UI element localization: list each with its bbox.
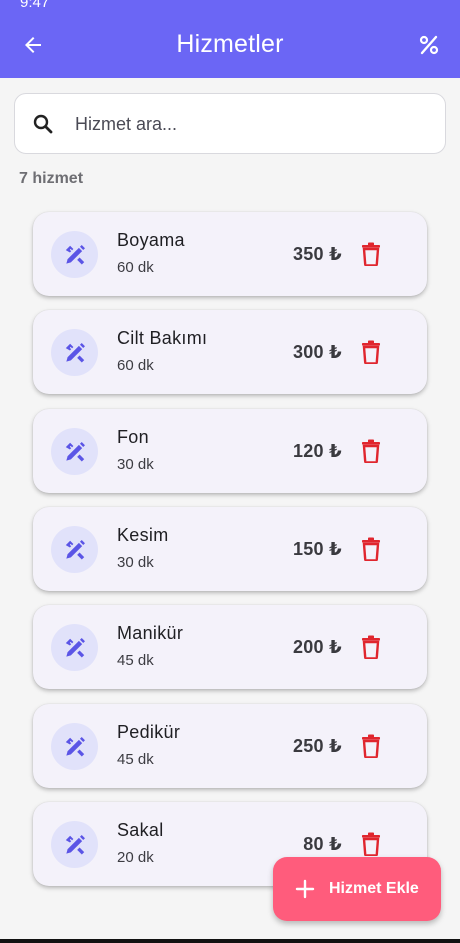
percent-button[interactable] <box>414 30 444 60</box>
page-title: Hizmetler <box>176 30 284 58</box>
service-avatar <box>51 821 98 868</box>
delete-button[interactable] <box>359 338 383 366</box>
design-services-icon <box>65 736 85 757</box>
service-duration: 45 dk <box>117 652 154 669</box>
service-duration: 60 dk <box>117 259 154 276</box>
service-price: 150 ₺ <box>292 539 342 559</box>
delete-button[interactable] <box>359 830 383 858</box>
service-price: 350 ₺ <box>292 244 342 264</box>
add-service-label: Hizmet Ekle <box>329 880 419 897</box>
status-time: 9:47 <box>20 0 50 11</box>
search-icon <box>33 114 53 134</box>
service-name: Fon <box>117 427 149 447</box>
service-name: Sakal <box>117 820 164 840</box>
service-card[interactable]: Fon 30 dk 120 ₺ <box>33 409 427 493</box>
design-services-icon <box>65 244 85 265</box>
design-services-icon <box>65 539 85 560</box>
service-price: 250 ₺ <box>292 736 342 756</box>
service-name: Kesim <box>117 525 169 545</box>
design-services-icon <box>65 637 85 658</box>
delete-button[interactable] <box>359 732 383 760</box>
search-box[interactable] <box>14 93 446 154</box>
plus-icon <box>295 879 315 899</box>
service-count: 7 hizmet <box>19 170 84 187</box>
service-card[interactable]: Boyama 60 dk 350 ₺ <box>33 212 427 296</box>
service-card[interactable]: Manikür 45 dk 200 ₺ <box>33 605 427 689</box>
service-name: Pedikür <box>117 722 181 742</box>
service-name: Manikür <box>117 623 184 643</box>
service-duration: 20 dk <box>117 849 154 866</box>
screen: 9:47 Hizmetler 7 hizmet Boyama 60 dk 350 ₺… <box>0 0 460 943</box>
delete-icon <box>362 340 380 364</box>
service-card[interactable]: Kesim 30 dk 150 ₺ <box>33 507 427 591</box>
design-services-icon <box>65 441 85 462</box>
service-duration: 45 dk <box>117 751 154 768</box>
service-price: 300 ₺ <box>292 342 342 362</box>
delete-button[interactable] <box>359 240 383 268</box>
service-avatar <box>51 231 98 278</box>
add-service-button[interactable]: Hizmet Ekle <box>273 857 441 921</box>
design-services-icon <box>65 342 85 363</box>
delete-button[interactable] <box>359 633 383 661</box>
delete-icon <box>362 734 380 758</box>
service-name: Boyama <box>117 230 185 250</box>
status-bar: 9:47 <box>0 0 460 12</box>
bottom-edge <box>0 939 460 943</box>
service-avatar <box>51 329 98 376</box>
service-price: 80 ₺ <box>303 834 342 854</box>
service-price: 200 ₺ <box>292 637 342 657</box>
delete-icon <box>362 537 380 561</box>
service-duration: 30 dk <box>117 456 154 473</box>
service-avatar <box>51 624 98 671</box>
service-name: Cilt Bakımı <box>117 328 208 348</box>
delete-icon <box>362 242 380 266</box>
percent-icon <box>419 35 439 55</box>
delete-icon <box>362 832 380 856</box>
app-bar: Hizmetler <box>0 12 460 78</box>
service-avatar <box>51 723 98 770</box>
design-services-icon <box>65 834 85 855</box>
delete-icon <box>362 635 380 659</box>
delete-button[interactable] <box>359 535 383 563</box>
service-avatar <box>51 428 98 475</box>
service-duration: 60 dk <box>117 357 154 374</box>
search-input[interactable] <box>75 106 425 142</box>
service-card[interactable]: Cilt Bakımı 60 dk 300 ₺ <box>33 310 427 394</box>
service-price: 120 ₺ <box>292 441 342 461</box>
delete-icon <box>362 439 380 463</box>
delete-button[interactable] <box>359 437 383 465</box>
service-card[interactable]: Pedikür 45 dk 250 ₺ <box>33 704 427 788</box>
service-duration: 30 dk <box>117 554 154 571</box>
service-avatar <box>51 526 98 573</box>
